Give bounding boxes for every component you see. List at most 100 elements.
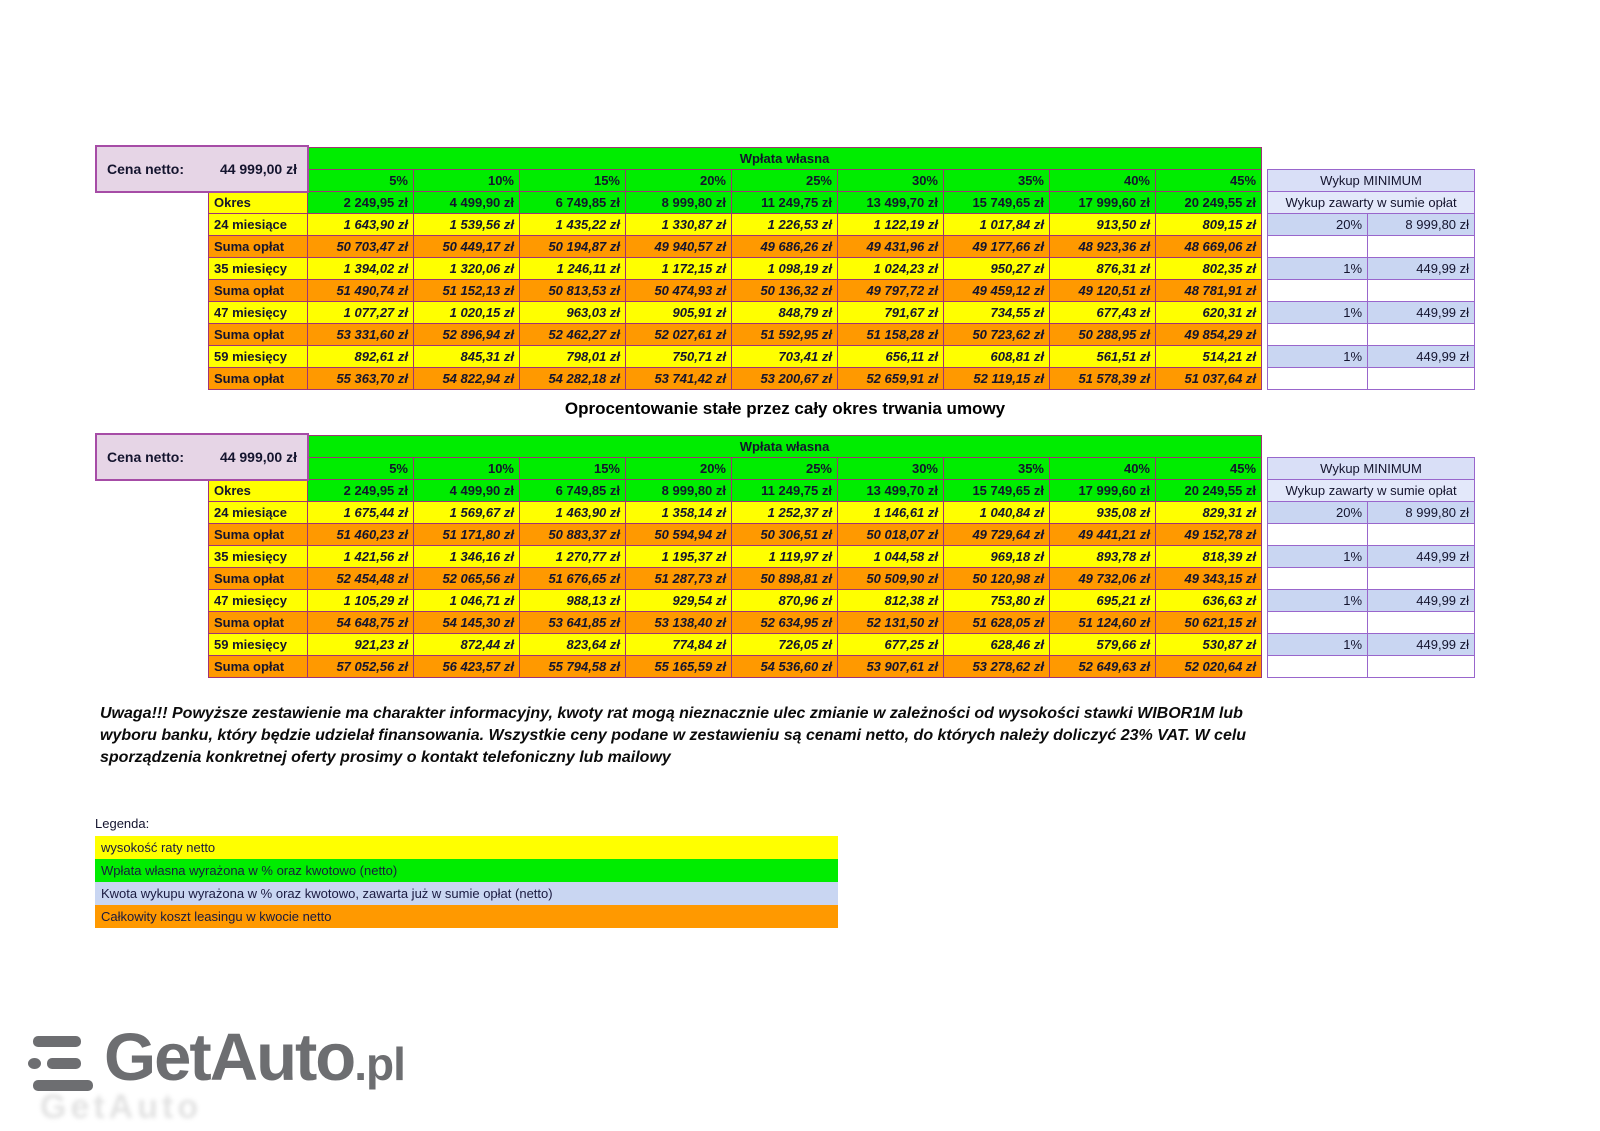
wykup-empty-cell xyxy=(1268,280,1368,302)
rata-cell: 829,31 zł xyxy=(1156,502,1262,524)
corner-empty xyxy=(1268,436,1475,458)
rata-cell: 1 463,90 zł xyxy=(520,502,626,524)
cena-netto-value: 44 999,00 zł xyxy=(220,449,297,465)
rata-cell: 802,35 zł xyxy=(1156,258,1262,280)
disclaimer-note: Uwaga!!! Powyższe zestawienie ma charakt… xyxy=(100,703,1500,769)
legend-item: Całkowity koszt leasingu w kwocie netto xyxy=(95,905,838,928)
suma-cell: 51 578,39 zł xyxy=(1050,368,1156,390)
suma-cell: 51 592,95 zł xyxy=(732,324,838,346)
percent-header: 45% xyxy=(1156,170,1262,192)
wykup-empty-cell xyxy=(1268,236,1368,258)
rata-cell: 1 675,44 zł xyxy=(308,502,414,524)
wykup-minimum-header: Wykup MINIMUM xyxy=(1268,170,1475,192)
cena-netto-label: Cena netto: xyxy=(107,449,184,465)
suma-cell: 49 441,21 zł xyxy=(1050,524,1156,546)
suma-cell: 51 152,13 zł xyxy=(414,280,520,302)
legend-item: Wpłata własna wyrażona w % oraz kwotowo … xyxy=(95,859,838,882)
suma-cell: 49 152,78 zł xyxy=(1156,524,1262,546)
wykup-empty-cell xyxy=(1368,324,1475,346)
fixed-rate-title: Oprocentowanie stałe przez cały okres tr… xyxy=(95,399,1475,419)
wykup-empty-cell xyxy=(1368,280,1475,302)
wykup-percent-cell: 20% xyxy=(1268,502,1368,524)
wykup-percent-cell: 1% xyxy=(1268,546,1368,568)
okres-row-label: 47 miesięcy xyxy=(209,590,308,612)
payment-table: Wpłata własna5%10%15%20%25%30%35%40%45%W… xyxy=(208,147,1475,390)
percent-header: 10% xyxy=(414,170,520,192)
suma-cell: 50 306,51 zł xyxy=(732,524,838,546)
rata-cell: 1 195,37 zł xyxy=(626,546,732,568)
rata-cell: 798,01 zł xyxy=(520,346,626,368)
rata-cell: 905,91 zł xyxy=(626,302,732,324)
rata-cell: 921,23 zł xyxy=(308,634,414,656)
suma-cell: 53 200,67 zł xyxy=(732,368,838,390)
rata-cell: 812,38 zł xyxy=(838,590,944,612)
suma-cell: 49 797,72 zł xyxy=(838,280,944,302)
suma-oplat-label: Suma opłat xyxy=(209,280,308,302)
percent-header: 30% xyxy=(838,170,944,192)
suma-cell: 52 896,94 zł xyxy=(414,324,520,346)
wplata-amount-cell: 15 749,65 zł xyxy=(944,192,1050,214)
rata-cell: 1 020,15 zł xyxy=(414,302,520,324)
rata-cell: 876,31 zł xyxy=(1050,258,1156,280)
wplata-wlasna-header: Wpłata własna xyxy=(308,148,1262,170)
rata-cell: 809,15 zł xyxy=(1156,214,1262,236)
suma-cell: 56 423,57 zł xyxy=(414,656,520,678)
rata-cell: 677,25 zł xyxy=(838,634,944,656)
rata-cell: 1 330,87 zł xyxy=(626,214,732,236)
rata-cell: 753,80 zł xyxy=(944,590,1050,612)
wykup-empty-cell xyxy=(1368,656,1475,678)
percent-header: 35% xyxy=(944,458,1050,480)
suma-cell: 51 287,73 zł xyxy=(626,568,732,590)
wykup-amount-cell: 8 999,80 zł xyxy=(1368,214,1475,236)
wykup-percent-cell: 1% xyxy=(1268,634,1368,656)
percent-header: 25% xyxy=(732,458,838,480)
percent-header: 40% xyxy=(1050,170,1156,192)
suma-cell: 49 940,57 zł xyxy=(626,236,732,258)
cena-netto-box: Cena netto: 44 999,00 zł xyxy=(95,145,309,193)
suma-cell: 55 165,59 zł xyxy=(626,656,732,678)
rata-cell: 561,51 zł xyxy=(1050,346,1156,368)
cena-netto-label: Cena netto: xyxy=(107,161,184,177)
percent-header: 40% xyxy=(1050,458,1156,480)
suma-oplat-label: Suma opłat xyxy=(209,324,308,346)
rata-cell: 726,05 zł xyxy=(732,634,838,656)
suma-cell: 54 822,94 zł xyxy=(414,368,520,390)
rata-cell: 656,11 zł xyxy=(838,346,944,368)
rata-cell: 579,66 zł xyxy=(1050,634,1156,656)
wplata-amount-cell: 15 749,65 zł xyxy=(944,480,1050,502)
rata-cell: 1 044,58 zł xyxy=(838,546,944,568)
watermark-ghost: GetAuto xyxy=(40,1088,202,1127)
rata-cell: 1 024,23 zł xyxy=(838,258,944,280)
rata-cell: 1 346,16 zł xyxy=(414,546,520,568)
disclaimer-line: Uwaga!!! Powyższe zestawienie ma charakt… xyxy=(100,703,1500,725)
wykup-amount-cell: 449,99 zł xyxy=(1368,346,1475,368)
suma-cell: 49 729,64 zł xyxy=(944,524,1050,546)
wplata-wlasna-header: Wpłata własna xyxy=(308,436,1262,458)
corner-empty xyxy=(1268,148,1475,170)
suma-cell: 50 703,47 zł xyxy=(308,236,414,258)
suma-cell: 51 124,60 zł xyxy=(1050,612,1156,634)
percent-header: 45% xyxy=(1156,458,1262,480)
rata-cell: 1 122,19 zł xyxy=(838,214,944,236)
wykup-amount-cell: 449,99 zł xyxy=(1368,258,1475,280)
suma-cell: 51 490,74 zł xyxy=(308,280,414,302)
rata-cell: 1 172,15 zł xyxy=(626,258,732,280)
suma-cell: 51 171,80 zł xyxy=(414,524,520,546)
suma-cell: 51 628,05 zł xyxy=(944,612,1050,634)
rata-cell: 1 435,22 zł xyxy=(520,214,626,236)
percent-header: 25% xyxy=(732,170,838,192)
percent-header: 10% xyxy=(414,458,520,480)
suma-cell: 52 119,15 zł xyxy=(944,368,1050,390)
rata-cell: 913,50 zł xyxy=(1050,214,1156,236)
wplata-amount-cell: 13 499,70 zł xyxy=(838,192,944,214)
wplata-amount-cell: 6 749,85 zł xyxy=(520,480,626,502)
rata-cell: 818,39 zł xyxy=(1156,546,1262,568)
wplata-amount-cell: 11 249,75 zł xyxy=(732,480,838,502)
rata-cell: 1 017,84 zł xyxy=(944,214,1050,236)
suma-cell: 53 278,62 zł xyxy=(944,656,1050,678)
rata-cell: 988,13 zł xyxy=(520,590,626,612)
suma-cell: 50 509,90 zł xyxy=(838,568,944,590)
rata-cell: 1 040,84 zł xyxy=(944,502,1050,524)
suma-cell: 53 331,60 zł xyxy=(308,324,414,346)
rata-cell: 929,54 zł xyxy=(626,590,732,612)
